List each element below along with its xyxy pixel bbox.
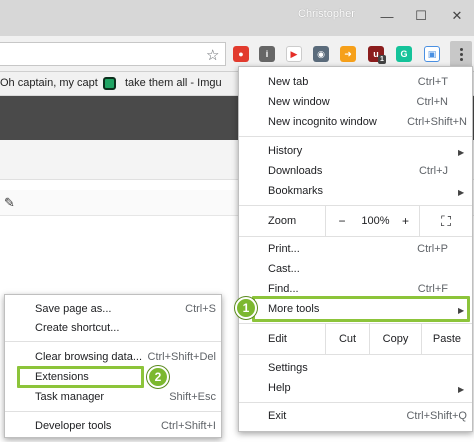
extensions-highlight [17,366,144,388]
grammarly-icon[interactable]: G [396,46,412,62]
submenu-arrow-icon: ▶ [458,385,465,394]
menu-item-label: Create shortcut... [35,322,120,334]
ublock-icon[interactable]: u1 [368,46,386,64]
menu-item-settings[interactable]: Settings [268,358,448,378]
minimize-icon: — [380,8,394,24]
chrome-menu-button[interactable] [450,41,472,67]
menu-item-label: Find... [268,283,299,295]
menu-item-cast[interactable]: Cast... [268,259,448,279]
menu-separator [5,411,221,412]
copy-button[interactable]: Copy [369,324,421,354]
menu-item-history[interactable]: History [268,141,458,161]
play-icon[interactable]: ▶ [286,46,302,62]
arrow-icon[interactable]: ➜ [340,46,356,62]
info-icon[interactable]: i [259,46,275,62]
menu-dot-icon [459,47,463,51]
menu-dot-icon [459,52,463,56]
submenu-arrow-icon: ▶ [458,188,465,197]
submenu-arrow-icon: ▶ [458,148,465,157]
menu-dot-icon [459,57,463,61]
address-bar[interactable]: ☆ [0,42,226,66]
shortcut-label: Shift+Esc [169,391,216,403]
menu-separator [239,236,472,237]
close-icon: ✕ [451,8,463,23]
menu-item-label: Help [268,382,291,394]
menu-item-label: Developer tools [35,420,112,432]
shortcut-label: Ctrl+J [418,165,448,177]
zoom-in-button[interactable]: + [393,206,418,236]
menu-item-task-manager[interactable]: Task manager Shift+Esc [35,387,216,407]
menu-item-label: Cast... [268,263,300,275]
menu-item-clear-browsing-data[interactable]: Clear browsing data... Ctrl+Shift+Del [35,347,216,367]
fullscreen-button[interactable]: ⛶ [419,206,472,236]
menu-item-exit[interactable]: Exit Ctrl+Shift+Q [268,406,467,426]
menu-item-new-incognito[interactable]: New incognito window Ctrl+Shift+N [268,112,467,132]
close-window-button[interactable]: ✕ [440,0,474,32]
step-2-badge: 2 [147,366,169,388]
cut-button[interactable]: Cut [325,324,369,354]
step-1-badge: 1 [235,297,257,319]
menu-item-label: Save page as... [35,303,112,315]
minus-icon: − [338,214,346,228]
shortcut-label: Ctrl+Shift+Q [406,410,467,422]
image-icon[interactable]: ▣ [424,46,440,62]
zoom-label: Zoom [268,215,297,227]
profile-name[interactable]: Christopher [298,8,355,20]
title-bar: Christopher — ☐ ✕ [0,0,474,36]
menu-item-label: Clear browsing data... [35,351,142,363]
bookmark-item[interactable]: take them all - Imgu [125,77,222,89]
menu-separator [239,136,472,137]
shortcut-label: Ctrl+Shift+I [160,420,216,432]
menu-item-label: Bookmarks [268,185,324,197]
menu-item-label: Print... [268,243,300,255]
shortcut-label: Ctrl+S [185,303,216,315]
shortcut-label: Ctrl+Shift+N [407,116,467,128]
shortcut-label: Ctrl+Shift+Del [147,351,216,363]
fullscreen-icon: ⛶ [441,212,451,229]
zoom-level: 100% [361,215,390,227]
menu-item-create-shortcut[interactable]: Create shortcut... [35,318,216,338]
shield-icon[interactable]: ◉ [313,46,329,62]
shortcut-label: Ctrl+F [417,283,448,295]
maximize-icon: ☐ [415,8,427,23]
menu-separator [239,402,472,403]
menu-item-save-page[interactable]: Save page as... Ctrl+S [35,299,216,319]
menu-item-label: New tab [268,76,309,88]
menu-item-help[interactable]: Help [268,378,458,398]
menu-item-label: New incognito window [268,116,377,128]
menu-item-label: Task manager [35,391,105,403]
menu-item-label: Settings [268,362,308,374]
more-tools-highlight [252,296,470,322]
menu-item-label: History [268,145,303,157]
shortcut-label: Ctrl+N [416,96,448,108]
zoom-out-button[interactable]: − [325,206,358,236]
menu-item-developer-tools[interactable]: Developer tools Ctrl+Shift+I [35,416,216,436]
menu-item-label: New window [268,96,330,108]
wand-icon[interactable]: ✎ [4,195,15,211]
shortcut-label: Ctrl+T [417,76,448,88]
menu-item-new-window[interactable]: New window Ctrl+N [268,92,448,112]
shortcut-label: Ctrl+P [417,243,448,255]
menu-item-label: Exit [268,410,287,422]
plus-icon: + [401,214,409,228]
bookmark-item[interactable]: Oh captain, my capt [0,77,98,89]
menu-item-bookmarks[interactable]: Bookmarks [268,181,458,201]
bookmark-star-icon[interactable]: ☆ [206,46,219,64]
zoom-row: Zoom − 100% + ⛶ [239,206,472,236]
edit-row: Edit Cut Copy Paste [239,324,472,354]
menu-item-new-tab[interactable]: New tab Ctrl+T [268,72,448,92]
minimize-button[interactable]: — [370,0,404,32]
menu-item-downloads[interactable]: Downloads Ctrl+J [268,161,448,181]
paste-button[interactable]: Paste [421,324,472,354]
menu-item-label: Downloads [268,165,323,177]
edit-label: Edit [268,333,287,345]
menu-separator [5,341,221,342]
opera-red-icon[interactable]: ● [233,46,249,62]
menu-separator [239,354,472,355]
menu-item-print[interactable]: Print... Ctrl+P [268,239,448,259]
maximize-button[interactable]: ☐ [404,0,438,32]
ublock-count-badge: 1 [378,55,386,64]
bookmark-favicon-icon [103,77,116,90]
chrome-main-menu: New tab Ctrl+T New window Ctrl+N New inc… [238,66,473,432]
